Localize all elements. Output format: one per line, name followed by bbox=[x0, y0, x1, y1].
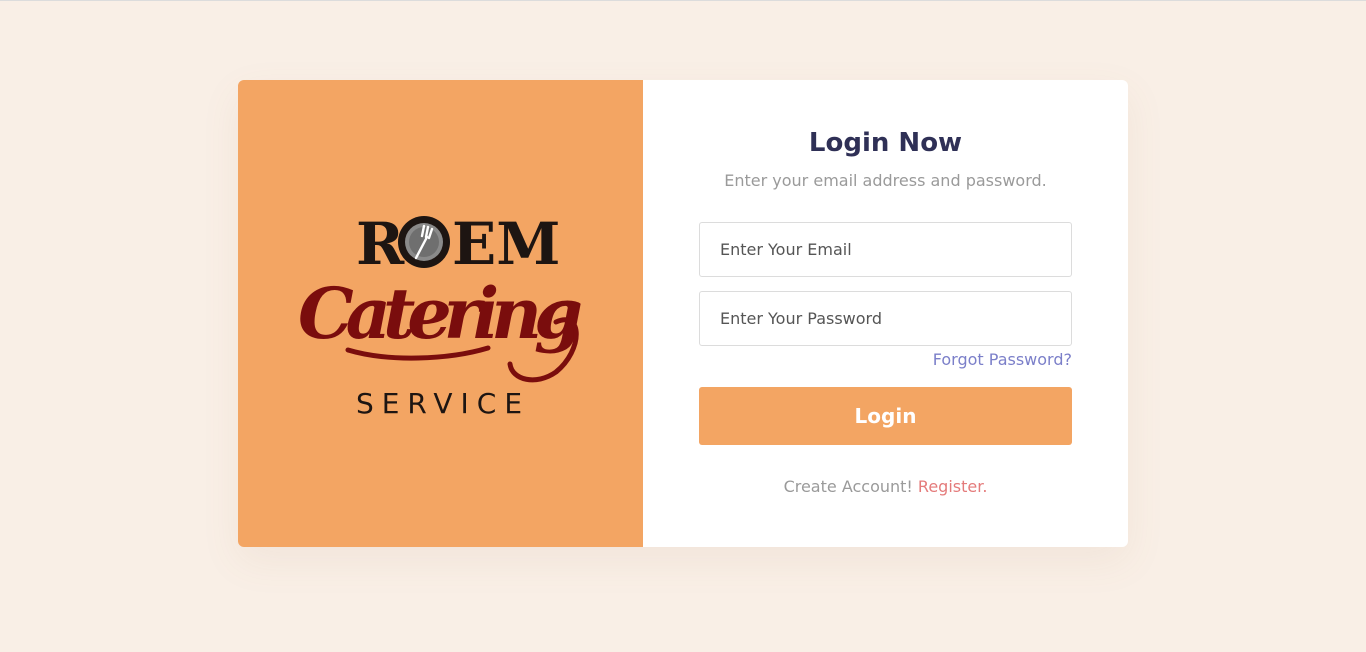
svg-text:EM: EM bbox=[452, 210, 560, 278]
register-link[interactable]: Register. bbox=[918, 477, 988, 496]
top-border bbox=[0, 0, 1366, 1]
forgot-password-link[interactable]: Forgot Password? bbox=[933, 350, 1072, 369]
catering-logo: R EM Catering SERVICE bbox=[298, 210, 583, 420]
svg-text:Catering: Catering bbox=[298, 272, 583, 355]
login-button[interactable]: Login bbox=[699, 387, 1072, 445]
login-title: Login Now bbox=[808, 128, 963, 158]
svg-text:R: R bbox=[356, 210, 405, 278]
password-input[interactable] bbox=[699, 291, 1072, 346]
login-subtitle: Enter your email address and password. bbox=[724, 171, 1047, 190]
login-card: R EM Catering SERVICE Login Now Enter yo… bbox=[238, 80, 1128, 547]
register-line: Create Account! Register. bbox=[643, 477, 1128, 496]
login-form-panel: Login Now Enter your email address and p… bbox=[643, 80, 1128, 547]
register-prompt: Create Account! bbox=[783, 477, 913, 496]
brand-panel: R EM Catering SERVICE bbox=[238, 80, 643, 547]
svg-text:SERVICE: SERVICE bbox=[356, 387, 530, 420]
email-input[interactable] bbox=[699, 222, 1072, 277]
